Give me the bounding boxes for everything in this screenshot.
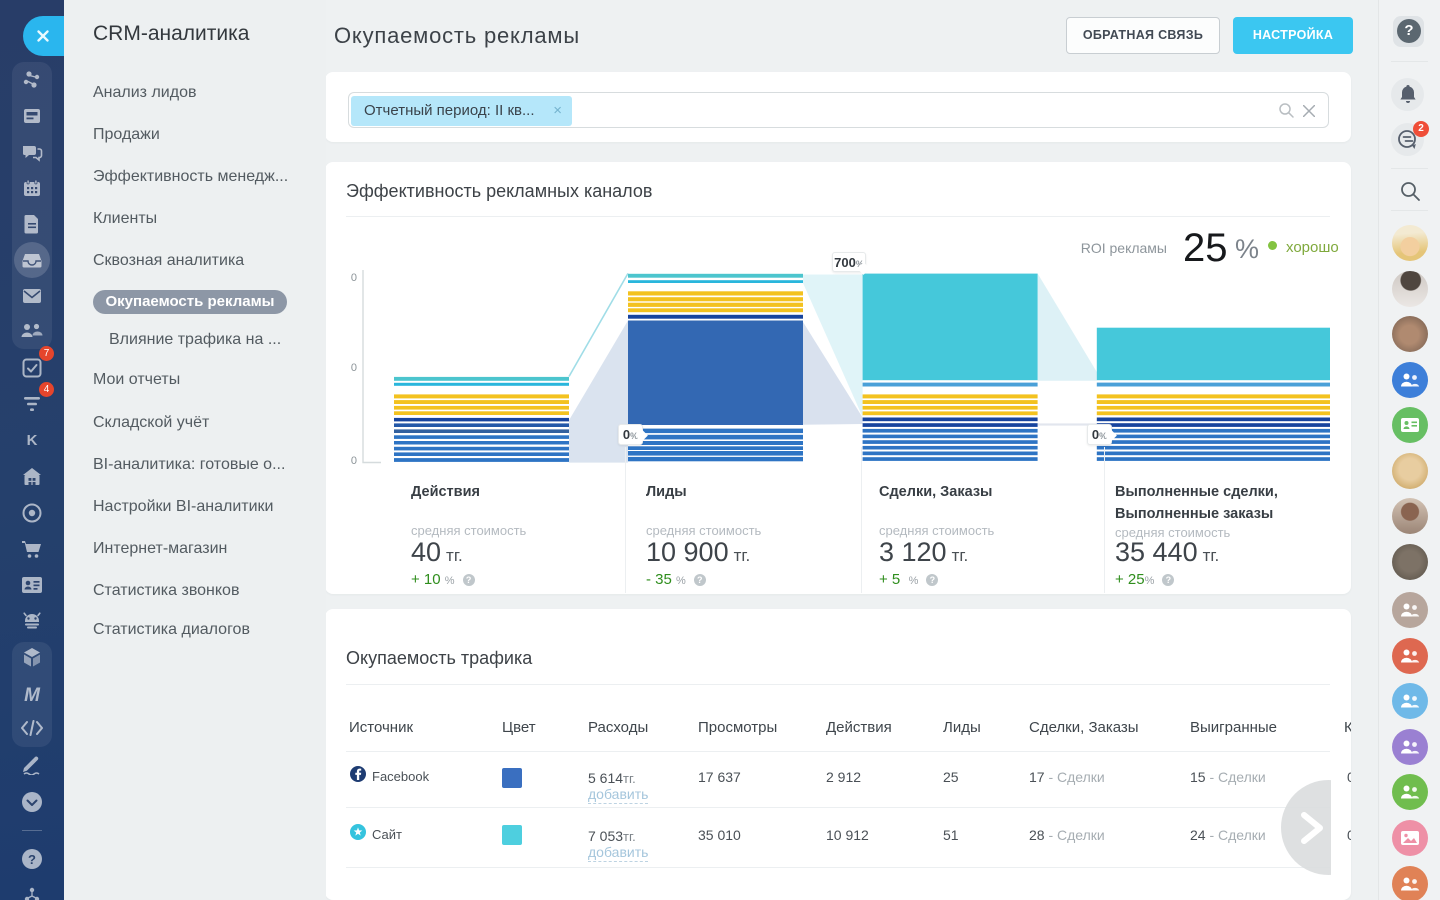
svg-text:0: 0: [351, 272, 357, 284]
svg-text:0: 0: [351, 362, 357, 374]
svg-text:0: 0: [351, 455, 357, 467]
svg-text:?: ?: [28, 852, 36, 867]
